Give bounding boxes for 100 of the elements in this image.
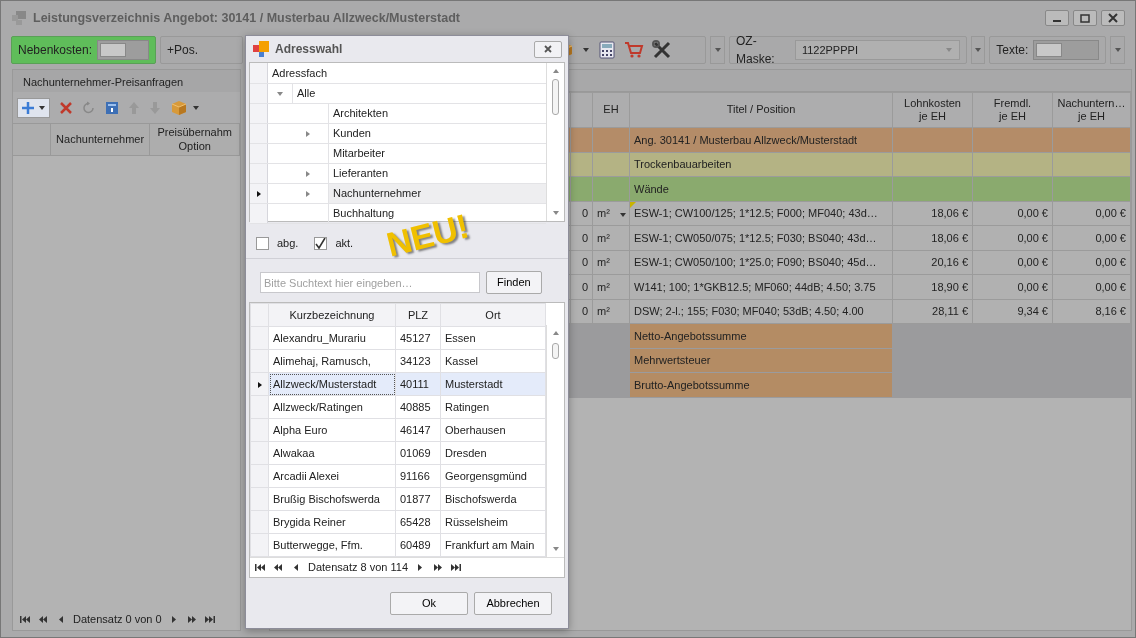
address-row[interactable]: Allzweck/Musterstadt 40111 Musterstadt <box>250 372 546 396</box>
table-cell: Kassel <box>440 349 546 373</box>
row-indicator-icon <box>254 189 263 198</box>
scroll-down-icon[interactable] <box>551 545 560 553</box>
nebenkosten-toggle[interactable] <box>97 40 150 60</box>
address-row[interactable]: Arcadii Alexei 91166 Georgensgmünd <box>250 464 546 488</box>
record-counter: Datensatz 0 von 0 <box>73 611 162 627</box>
expand-icon[interactable] <box>304 129 312 138</box>
shopping-cart-icon[interactable] <box>624 41 645 59</box>
tree-item[interactable]: Alle <box>292 84 546 103</box>
column-header[interactable]: Lohnkosten je EH <box>892 92 973 128</box>
table-cell: 9,34 € <box>972 299 1053 324</box>
minimize-icon <box>1053 20 1061 22</box>
first-record-icon[interactable] <box>254 563 266 572</box>
add-split-button[interactable] <box>17 97 50 118</box>
address-row[interactable]: Alpha Euro 46147 Oberhausen <box>250 418 546 442</box>
table-cell: Alimehaj, Ramusch, <box>268 349 396 373</box>
table-cell: DSW; 2-l.; 155; F030; MF040; 53dB; 4.50; 4.00 <box>629 299 893 324</box>
address-row[interactable]: Alwakaa 01069 Dresden <box>250 441 546 465</box>
app-logo-icon <box>11 10 27 26</box>
table-cell: 28,11 € <box>892 299 973 324</box>
find-button[interactable]: Finden <box>486 271 542 294</box>
column-header[interactable]: Preisübernahm Option <box>150 124 240 155</box>
cancel-button[interactable]: Abbrechen <box>474 591 552 615</box>
next-page-icon[interactable] <box>185 614 198 624</box>
table-cell: 0,00 € <box>1052 250 1131 275</box>
plus-icon <box>21 100 35 115</box>
book-icon[interactable] <box>105 100 119 115</box>
table-cell: Oberhausen <box>440 418 546 442</box>
table-cell: 20,16 € <box>892 250 973 275</box>
caret-icon <box>944 46 953 54</box>
scroll-up-icon[interactable] <box>551 329 560 337</box>
delete-icon[interactable] <box>59 100 73 115</box>
oz-mask-dropdown[interactable]: 1122PPPPI <box>794 40 960 60</box>
title-cell: Ang. 30141 / Musterbau Allzweck/Musterstadt <box>629 127 893 152</box>
scroll-up-icon[interactable] <box>551 67 560 75</box>
tools-icon[interactable] <box>652 40 673 60</box>
field-label: OZ-Maske: <box>735 33 776 68</box>
close-button[interactable] <box>534 40 562 58</box>
scroll-down-icon[interactable] <box>551 209 560 217</box>
table-cell: 8,16 € <box>1052 299 1131 324</box>
table-cell: 0,00 € <box>972 201 1053 226</box>
caret-icon[interactable] <box>619 210 627 219</box>
column-header[interactable]: Adressfach <box>268 63 328 83</box>
dropdown-button[interactable] <box>710 36 725 64</box>
toggle-label: Nebenkosten: <box>18 42 93 59</box>
maximize-icon <box>1080 13 1090 23</box>
add-position-button[interactable]: +Pos. <box>160 36 243 64</box>
last-record-icon[interactable] <box>450 563 463 572</box>
table-cell: Allzweck/Musterstadt <box>268 372 396 396</box>
collapse-icon[interactable] <box>276 89 284 98</box>
table-cell: Butterwegge, Ffm. <box>268 533 396 557</box>
address-row[interactable]: Allzweck/Ratingen 40885 Ratingen <box>250 395 546 419</box>
first-record-icon[interactable] <box>19 614 31 624</box>
table-cell: 46147 <box>395 418 441 442</box>
close-button[interactable] <box>1101 10 1125 26</box>
texte-toggle[interactable] <box>1033 40 1100 60</box>
tree-item[interactable]: Lieferanten <box>328 164 546 183</box>
title-cell: Trockenbauarbeiten <box>629 152 893 177</box>
ok-button[interactable]: Ok <box>390 591 468 615</box>
expand-icon[interactable] <box>304 169 312 178</box>
close-icon <box>1108 13 1118 23</box>
summary-cell: Netto-Angebotssumme <box>629 323 893 348</box>
dropdown-button[interactable] <box>970 36 986 64</box>
column-header[interactable]: EH <box>592 92 630 128</box>
address-row[interactable]: Butterwegge, Ffm. 60489 Frankfurt am Main <box>250 533 546 557</box>
column-header[interactable]: Ort <box>440 303 546 327</box>
checkbox[interactable] <box>256 236 269 250</box>
column-header[interactable]: Titel / Position <box>629 92 893 128</box>
toggle-label: Texte: <box>996 42 1029 59</box>
checkbox[interactable] <box>314 236 328 250</box>
caret-icon[interactable] <box>582 46 591 54</box>
tree-item[interactable]: Nachunternehmer <box>328 184 546 203</box>
address-row[interactable]: Alimehaj, Ramusch, 34123 Kassel <box>250 349 546 373</box>
maximize-button[interactable] <box>1073 10 1097 26</box>
address-row[interactable]: Brußig Bischofswerda 01877 Bischofswerda <box>250 487 546 511</box>
last-record-icon[interactable] <box>203 614 216 624</box>
calculator-icon[interactable] <box>598 41 617 59</box>
scroll-thumb[interactable] <box>552 343 559 359</box>
table-cell: 01877 <box>395 487 441 511</box>
caret-icon[interactable] <box>192 103 200 112</box>
column-header[interactable]: Kurzbezeichnung <box>268 303 396 327</box>
dropdown-button[interactable] <box>1110 36 1125 64</box>
column-header[interactable]: Nachuntern… je EH <box>1052 92 1131 128</box>
column-header[interactable]: Nachunternehmer <box>50 124 151 155</box>
column-header[interactable]: Fremdl. je EH <box>972 92 1053 128</box>
panel-tab[interactable]: Nachunternehmer-Preisanfragen <box>13 70 240 92</box>
tree-item[interactable]: Kunden <box>328 124 546 143</box>
address-row[interactable]: Alexandru_Murariu 45127 Essen <box>250 326 546 350</box>
minimize-button[interactable] <box>1045 10 1069 26</box>
caret-icon <box>713 46 722 54</box>
address-row[interactable]: Brygida Reiner 65428 Rüsselsheim <box>250 510 546 534</box>
previous-page-icon[interactable] <box>272 563 284 572</box>
previous-page-icon[interactable] <box>37 614 49 624</box>
scroll-thumb[interactable] <box>552 79 559 115</box>
tree-item[interactable]: Mitarbeiter <box>328 144 546 163</box>
column-header[interactable]: PLZ <box>395 303 441 327</box>
search-field[interactable]: Bitte Suchtext hier eingeben… <box>260 272 480 293</box>
next-page-icon[interactable] <box>432 563 445 572</box>
expand-icon[interactable] <box>304 189 312 198</box>
